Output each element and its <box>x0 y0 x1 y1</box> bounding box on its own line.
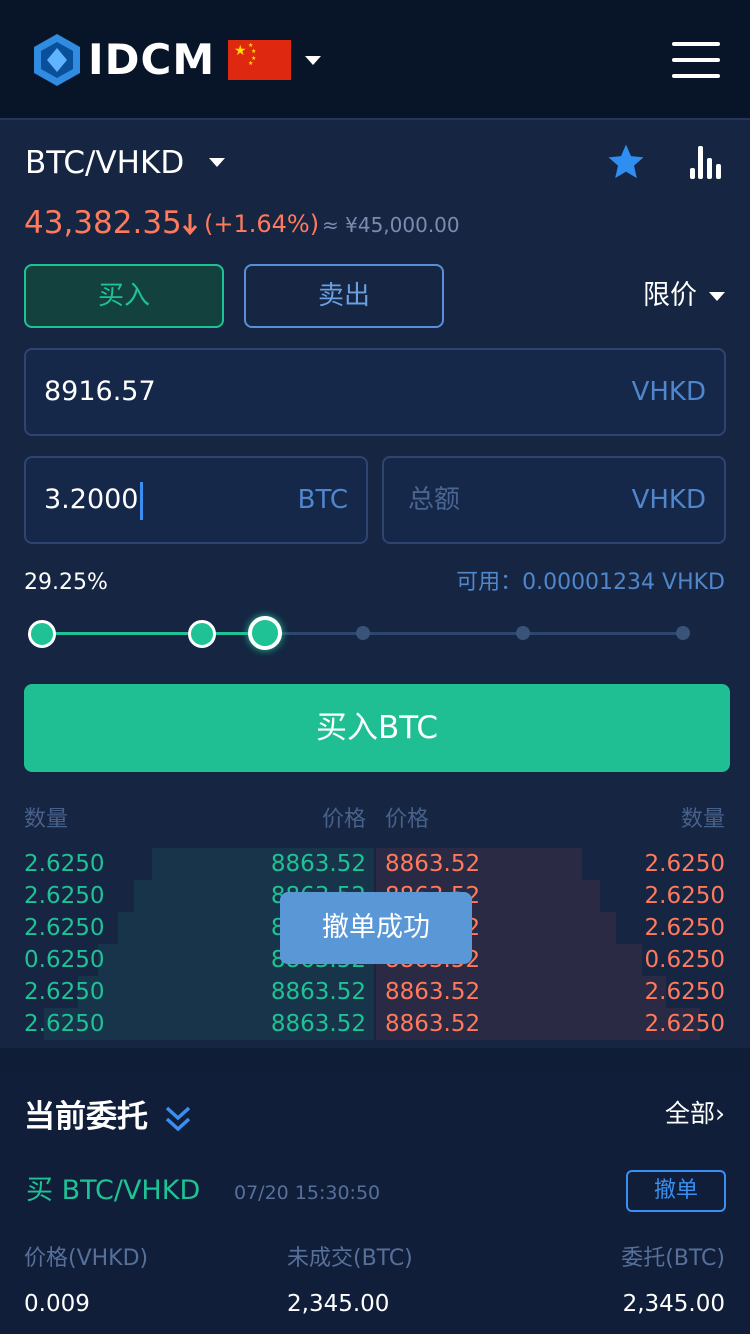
double-chevron-down-icon[interactable] <box>164 1104 192 1134</box>
ask-qty: 2.6250 <box>644 1011 725 1037</box>
pair-label: BTC/VHKD <box>25 145 185 181</box>
pair-dropdown-icon[interactable] <box>209 158 225 167</box>
amount-value: 3.2000 <box>44 484 139 515</box>
total-input[interactable]: 总额 VHKD <box>382 456 726 544</box>
price-column-header: 价格(VHKD) <box>24 1246 149 1271</box>
brand-name[interactable]: IDCM <box>88 34 215 86</box>
ask-price: 8863.52 <box>385 851 481 877</box>
slider-step-0[interactable] <box>28 620 56 648</box>
order-price: 0.009 <box>24 1291 90 1317</box>
slider-step-100[interactable] <box>676 626 690 640</box>
ask-qty: 2.6250 <box>644 979 725 1005</box>
order-amount: 2,345.00 <box>622 1291 725 1317</box>
total-unit: VHKD <box>631 485 706 515</box>
cancel-order-button[interactable]: 撤单 <box>626 1170 726 1212</box>
bid-qty: 2.6250 <box>24 883 105 909</box>
last-price: 43,382.35 <box>24 205 182 241</box>
bar-chart-icon[interactable] <box>688 144 724 180</box>
price-unit: VHKD <box>631 377 706 407</box>
slider-step-75[interactable] <box>516 626 530 640</box>
ask-price: 8863.52 <box>385 1011 481 1037</box>
slider-step-25[interactable] <box>188 620 216 648</box>
order-type-dropdown-icon[interactable] <box>709 292 725 301</box>
bid-qty: 2.6250 <box>24 915 105 941</box>
bid-qty: 2.6250 <box>24 979 105 1005</box>
order-type-selector[interactable]: 限价 <box>643 278 697 314</box>
view-all-link[interactable]: 全部› <box>665 1096 725 1132</box>
unfilled-column-header: 未成交(BTC) <box>287 1246 413 1271</box>
view-all-label: 全部 <box>664 1099 715 1128</box>
amount-unit: BTC <box>297 485 348 515</box>
chevron-right-icon: › <box>715 1099 725 1128</box>
bid-price-header: 价格 <box>321 807 366 832</box>
star-icon[interactable] <box>606 142 646 182</box>
china-flag-icon[interactable]: ★ ★ ★ ★ ★ <box>228 40 291 80</box>
bid-price: 8863.52 <box>270 979 366 1005</box>
percent-label: 29.25% <box>24 570 108 595</box>
ask-qty: 2.6250 <box>644 915 725 941</box>
hamburger-menu-icon[interactable] <box>672 42 720 78</box>
ask-qty: 2.6250 <box>644 883 725 909</box>
order-time: 07/20 15:30:50 <box>234 1182 381 1204</box>
total-placeholder: 总额 <box>408 485 461 515</box>
ask-qty-header: 数量 <box>680 807 725 832</box>
price-change: (+1.64%) <box>204 210 320 238</box>
bid-qty: 2.6250 <box>24 1011 105 1037</box>
section-divider <box>0 1048 750 1070</box>
bid-qty: 2.6250 <box>24 851 105 877</box>
tab-sell[interactable]: 卖出 <box>244 264 444 328</box>
order-side-pair: 买 BTC/VHKD <box>26 1175 201 1206</box>
ask-price: 8863.52 <box>385 979 481 1005</box>
order-column-header: 委托(BTC) <box>621 1246 725 1271</box>
text-cursor <box>140 481 144 520</box>
bid-price: 8863.52 <box>270 1011 366 1037</box>
current-orders-title: 当前委托 <box>24 1099 148 1135</box>
ask-qty: 2.6250 <box>644 851 725 877</box>
price-approx: ≈ ¥45,000.00 <box>322 213 460 237</box>
bid-price: 8863.52 <box>270 851 366 877</box>
order-book-row[interactable]: 2.6250 8863.52 8863.52 2.6250 <box>0 848 750 880</box>
price-value: 8916.57 <box>44 376 156 407</box>
price-input[interactable]: 8916.57 VHKD <box>24 348 726 436</box>
available-balance: 可用：0.00001234 VHKD <box>456 570 725 595</box>
ask-price-header: 价格 <box>385 807 430 832</box>
chevron-down-icon[interactable] <box>305 56 321 65</box>
tab-buy[interactable]: 买入 <box>24 264 224 328</box>
slider-step-50[interactable] <box>356 626 370 640</box>
amount-input[interactable]: 3.2000 BTC <box>24 456 368 544</box>
bid-qty-header: 数量 <box>24 807 69 832</box>
order-book-row[interactable]: 2.6250 8863.52 8863.52 2.6250 <box>0 1008 750 1040</box>
idcm-logo-icon[interactable] <box>34 34 80 86</box>
toast-message: 撤单成功 <box>280 892 472 964</box>
pair-selector[interactable]: BTC/VHKD <box>25 142 184 184</box>
slider-handle[interactable] <box>248 616 282 650</box>
slider-track <box>264 632 684 635</box>
order-type-label: 限价 <box>643 280 697 311</box>
slider-track-filled <box>42 632 264 635</box>
buy-btc-button[interactable]: 买入BTC <box>24 684 730 772</box>
ask-qty: 0.6250 <box>644 947 725 973</box>
bid-qty: 0.6250 <box>24 947 105 973</box>
arrow-down-icon <box>182 214 198 236</box>
order-unfilled: 2,345.00 <box>287 1291 390 1317</box>
order-book-row[interactable]: 2.6250 8863.52 8863.52 2.6250 <box>0 976 750 1008</box>
